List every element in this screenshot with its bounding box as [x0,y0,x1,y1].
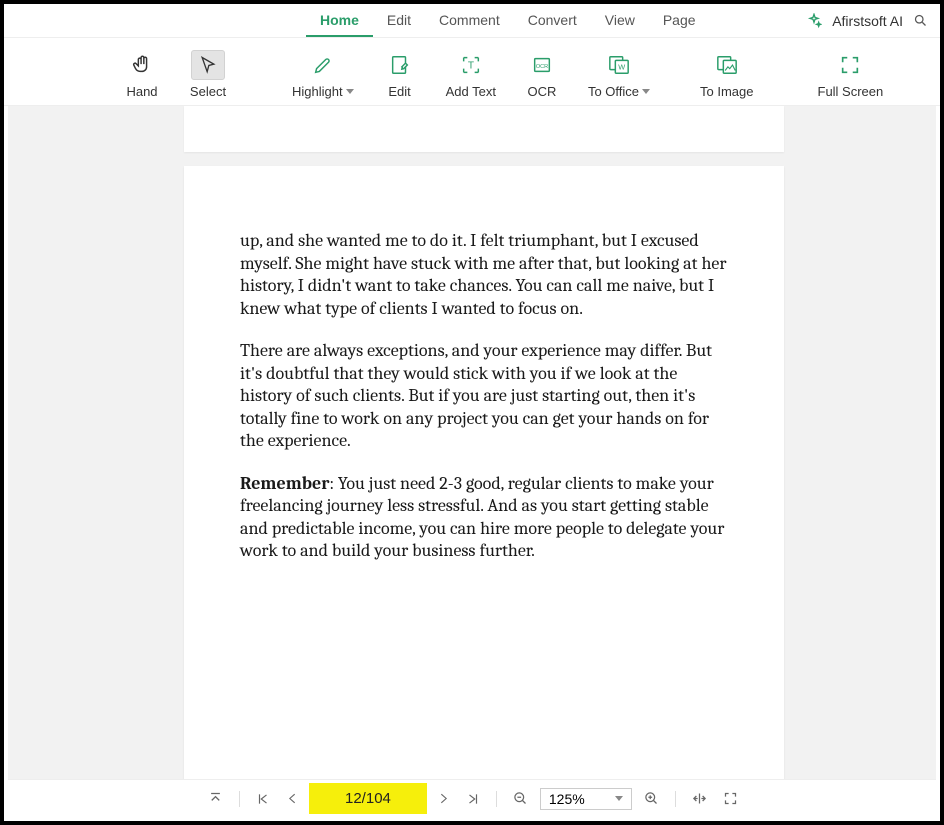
tab-convert[interactable]: Convert [514,5,591,37]
highlight-tool[interactable]: Highlight [284,46,362,103]
svg-text:T: T [468,61,474,72]
full-screen-tool[interactable]: Full Screen [810,46,892,103]
ai-sparkle-icon [806,13,822,29]
to-office-icon: W [602,50,636,80]
paragraph: Remember: You just need 2-3 good, regula… [240,473,728,563]
ai-label[interactable]: Afirstsoft AI [832,13,903,29]
page-nav [208,791,299,807]
select-label: Select [190,84,226,99]
tab-comment[interactable]: Comment [425,5,514,37]
zoom-value: 125% [549,791,585,807]
tab-edit[interactable]: Edit [373,5,425,37]
edit-tool[interactable]: Edit [372,46,428,103]
hand-icon [125,50,159,80]
select-tool[interactable]: Select [180,46,236,103]
add-text-label: Add Text [446,84,496,99]
to-image-tool[interactable]: To Image [692,46,761,103]
paragraph: There are always exceptions, and your ex… [240,340,728,453]
paragraph: up, and she wanted me to do it. I felt t… [240,230,728,320]
to-office-label: To Office [588,84,639,99]
chevron-down-icon [642,89,650,94]
remember-bold: Remember [240,473,329,494]
toolbar: Hand Select Highlight Edit [4,38,940,106]
document-viewport[interactable]: up, and she wanted me to do it. I felt t… [8,106,936,779]
document-body: up, and she wanted me to do it. I felt t… [240,230,728,563]
chevron-down-icon [346,89,354,94]
menu-bar: Home Edit Comment Convert View Page Afir… [4,4,940,38]
hand-label: Hand [126,84,157,99]
tab-home[interactable]: Home [306,5,373,37]
svg-text:OCR: OCR [536,64,548,70]
first-page-icon[interactable] [256,792,270,806]
page-indicator[interactable]: 12/104 [311,785,425,812]
view-controls [644,791,738,807]
chevron-down-icon [615,796,623,801]
prev-page-icon[interactable] [286,792,299,805]
cursor-icon [191,50,225,80]
search-icon[interactable] [913,13,928,28]
document-page: up, and she wanted me to do it. I felt t… [184,166,784,779]
svg-text:W: W [618,63,625,72]
fullscreen-icon [833,50,867,80]
edit-label: Edit [388,84,410,99]
highlight-label: Highlight [292,84,343,99]
to-image-label: To Image [700,84,753,99]
menu-tabs: Home Edit Comment Convert View Page [306,5,710,37]
scroll-top-icon[interactable] [208,791,223,806]
fit-width-icon[interactable] [692,791,707,806]
add-text-tool[interactable]: T Add Text [438,46,504,103]
to-office-tool[interactable]: W To Office [580,46,658,103]
ocr-tool[interactable]: OCR OCR [514,46,570,103]
full-screen-label: Full Screen [818,84,884,99]
hand-tool[interactable]: Hand [114,46,170,103]
last-page-icon[interactable] [466,792,480,806]
page-nav-right [437,791,528,807]
next-page-icon[interactable] [437,792,450,805]
tab-page[interactable]: Page [649,5,710,37]
ocr-icon: OCR [525,50,559,80]
fit-page-icon[interactable] [723,791,738,806]
edit-page-icon [383,50,417,80]
zoom-out-icon[interactable] [513,791,528,806]
previous-page-tail [184,106,784,152]
tab-view[interactable]: View [591,5,649,37]
zoom-select[interactable]: 125% [540,788,632,810]
to-image-icon [710,50,744,80]
ocr-label: OCR [528,84,557,99]
add-text-icon: T [454,50,488,80]
zoom-in-icon[interactable] [644,791,659,806]
status-bar: 12/104 125% [8,779,936,817]
highlighter-icon [306,50,340,80]
